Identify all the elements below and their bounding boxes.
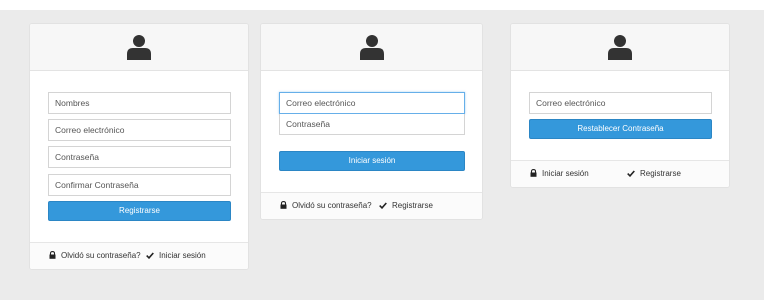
check-icon [627,170,635,177]
register-link[interactable]: Registrarse [627,168,681,179]
user-icon [608,35,632,60]
password-input[interactable]: Contraseña [48,146,231,168]
login-link[interactable]: Iniciar sesión [530,168,589,179]
login-card-footer: Olvidó su contraseña? Registrarse [261,192,482,219]
login-link-label: Iniciar sesión [159,251,206,260]
check-icon [379,202,387,209]
register-card: Nombres Correo electrónico Contraseña Co… [29,23,249,270]
register-card-header [30,24,248,71]
register-link-label: Registrarse [392,201,433,210]
forgot-password-link[interactable]: Olvidó su contraseña? [49,250,141,261]
forgot-password-link[interactable]: Olvidó su contraseña? [280,200,372,211]
user-icon [127,35,151,60]
login-link[interactable]: Iniciar sesión [146,250,206,261]
reset-password-button[interactable]: Restablecer Contraseña [529,119,712,139]
page-top-band [0,0,764,10]
register-button[interactable]: Registrarse [48,201,231,221]
forgot-password-label: Olvidó su contraseña? [292,201,372,210]
reset-card-footer: Iniciar sesión Registrarse [511,160,729,187]
lock-icon [530,169,537,177]
email-input[interactable]: Correo electrónico [48,119,231,141]
reset-card-header [511,24,729,71]
login-button[interactable]: Iniciar sesión [279,151,465,171]
register-link[interactable]: Registrarse [379,200,433,211]
user-icon [359,35,384,60]
login-card-header [261,24,482,71]
register-link-label: Registrarse [640,169,681,178]
check-icon [146,252,154,259]
reset-password-card: Correo electrónico Restablecer Contraseñ… [510,23,730,188]
login-link-label: Iniciar sesión [542,169,589,178]
email-input[interactable]: Correo electrónico [279,92,465,114]
register-card-footer: Olvidó su contraseña? Iniciar sesión [30,242,248,269]
password-input[interactable]: Contraseña [279,114,465,135]
name-input[interactable]: Nombres [48,92,231,114]
lock-icon [280,201,287,209]
email-input[interactable]: Correo electrónico [529,92,712,114]
forgot-password-label: Olvidó su contraseña? [61,251,141,260]
lock-icon [49,251,56,259]
confirm-password-input[interactable]: Confirmar Contraseña [48,174,231,196]
login-card: Correo electrónico Contraseña Iniciar se… [260,23,483,220]
